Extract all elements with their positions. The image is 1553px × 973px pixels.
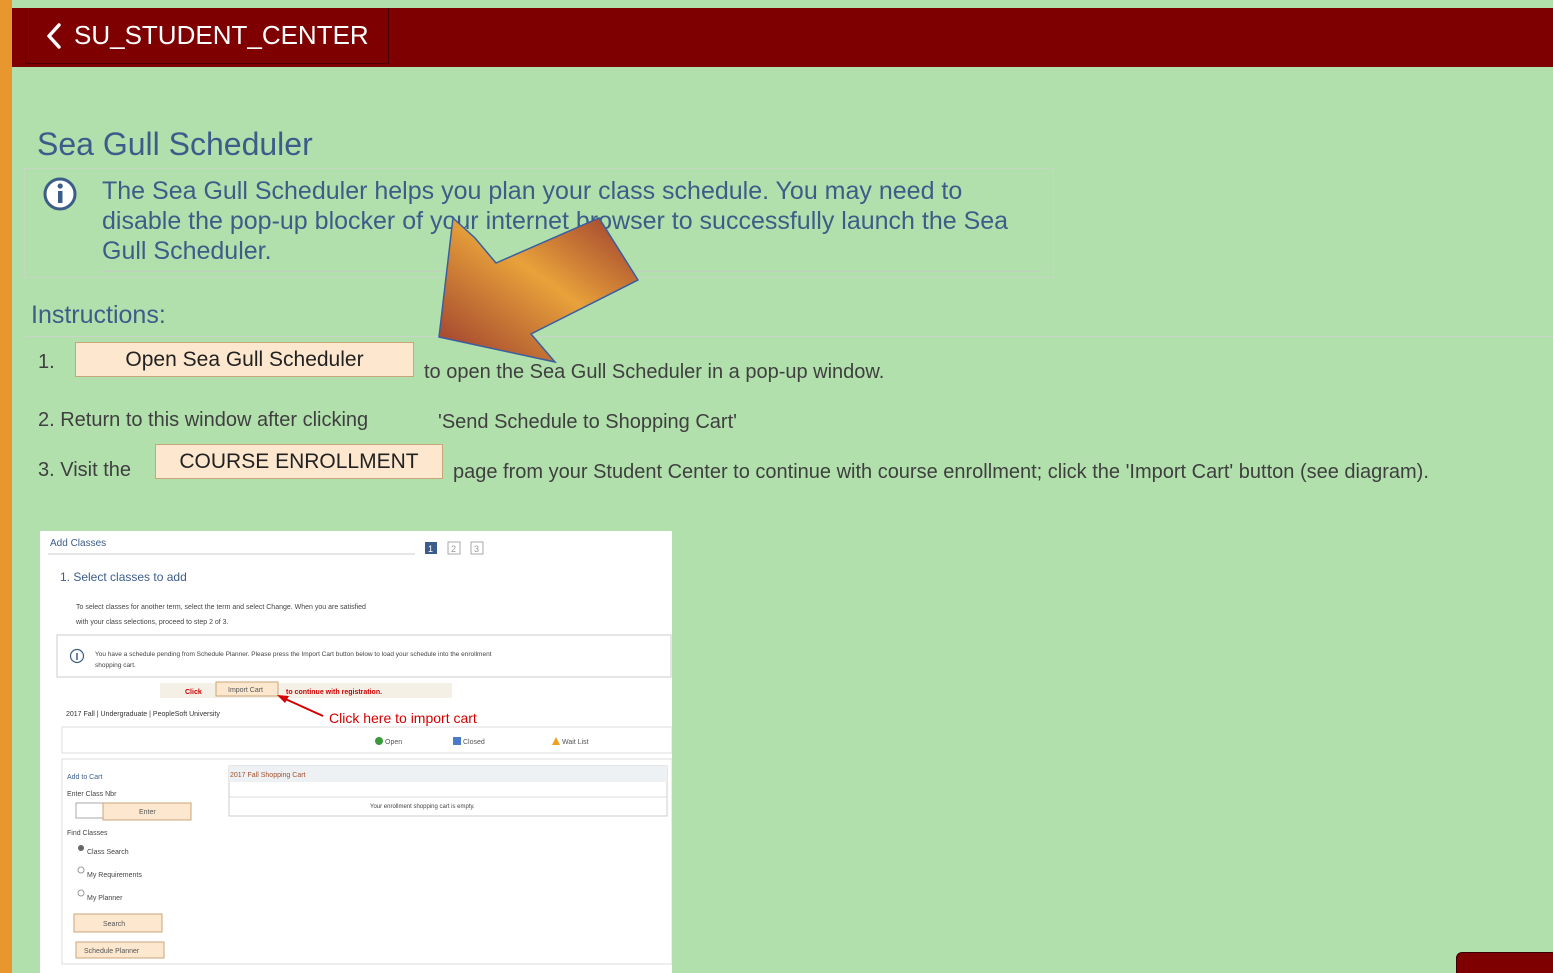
back-button-label: SU_STUDENT_CENTER xyxy=(74,20,369,50)
diagram-step-title: 1. Select classes to add xyxy=(60,570,187,584)
diagram-cart-title: 2017 Fall Shopping Cart xyxy=(230,772,306,779)
diagram-option-2: My Requirements xyxy=(87,872,142,879)
diagram-enter-class-nbr: Enter Class Nbr xyxy=(67,791,117,798)
diagram-legend-open: Open xyxy=(385,739,402,746)
chevron-left-icon xyxy=(47,22,61,49)
step1-number: 1. xyxy=(38,351,55,373)
diagram-import-cart-label: Import Cart xyxy=(228,687,263,694)
course-enrollment-button[interactable]: COURSE ENROLLMENT xyxy=(155,444,443,479)
diagram-planner-label: Schedule Planner xyxy=(84,948,140,955)
step2-text: 2. Return to this window after clicking xyxy=(38,409,369,431)
info-icon xyxy=(43,177,77,211)
diagram-legend-closed: Closed xyxy=(463,739,485,746)
diagram-notice-line2: shopping cart. xyxy=(95,662,136,669)
diagram-find-classes: Find Classes xyxy=(67,830,108,837)
step-indicator-2-label: 2 xyxy=(451,544,456,554)
diagram-continue-text: to continue with registration. xyxy=(286,689,382,696)
step-indicator-3-label: 3 xyxy=(474,544,479,554)
diagram-option-1: Class Search xyxy=(87,849,129,856)
diagram-search-label: Search xyxy=(103,921,125,928)
diagram-header: Add Classes xyxy=(50,538,106,549)
diagram-option-3: My Planner xyxy=(87,895,123,902)
import-cart-diagram: Add Classes 1 2 3 1. Select classes to a… xyxy=(40,531,672,973)
top-navigation-bar: SU_STUDENT_CENTER xyxy=(12,8,1553,67)
pointer-arrow-icon xyxy=(438,216,640,364)
student-center-page: SU_STUDENT_CENTER Sea Gull Scheduler The… xyxy=(12,0,1553,973)
diagram-notice-line1: You have a schedule pending from Schedul… xyxy=(95,651,492,658)
closed-legend-icon xyxy=(453,737,461,745)
diagram-radio-2 xyxy=(77,866,85,874)
step-indicator-1-label: 1 xyxy=(428,544,433,554)
step2-quote: 'Send Schedule to Shopping Cart' xyxy=(438,411,737,433)
step3-text: page from your Student Center to continu… xyxy=(453,461,1429,483)
corner-action-button[interactable] xyxy=(1456,952,1553,973)
page-title: Sea Gull Scheduler xyxy=(37,126,313,162)
diagram-enter-label: Enter xyxy=(139,809,156,816)
diagram-click-label: Click xyxy=(185,689,202,696)
diagram-callout: Click here to import cart xyxy=(329,710,477,726)
diagram-add-to-cart: Add to Cart xyxy=(67,774,102,781)
diagram-term: 2017 Fall | Undergraduate | PeopleSoft U… xyxy=(66,711,220,718)
open-sea-gull-scheduler-button[interactable]: Open Sea Gull Scheduler xyxy=(75,342,414,377)
step3-prefix: 3. Visit the xyxy=(38,459,132,481)
diagram-desc-line2: with your class selections, proceed to s… xyxy=(75,619,229,626)
diagram-radio-3 xyxy=(77,889,85,897)
diagram-cart-empty: Your enrollment shopping cart is empty. xyxy=(370,804,475,810)
diagram-class-nbr-input xyxy=(75,802,104,819)
instructions-title: Instructions: xyxy=(31,301,166,329)
instructions-divider xyxy=(27,336,1553,337)
diagram-legend-waitlist: Wait List xyxy=(562,739,589,746)
diagram-radio-1 xyxy=(78,845,84,851)
diagram-desc-line1: To select classes for another term, sele… xyxy=(76,604,366,611)
back-button[interactable]: SU_STUDENT_CENTER xyxy=(25,8,389,64)
open-legend-icon xyxy=(375,737,383,745)
